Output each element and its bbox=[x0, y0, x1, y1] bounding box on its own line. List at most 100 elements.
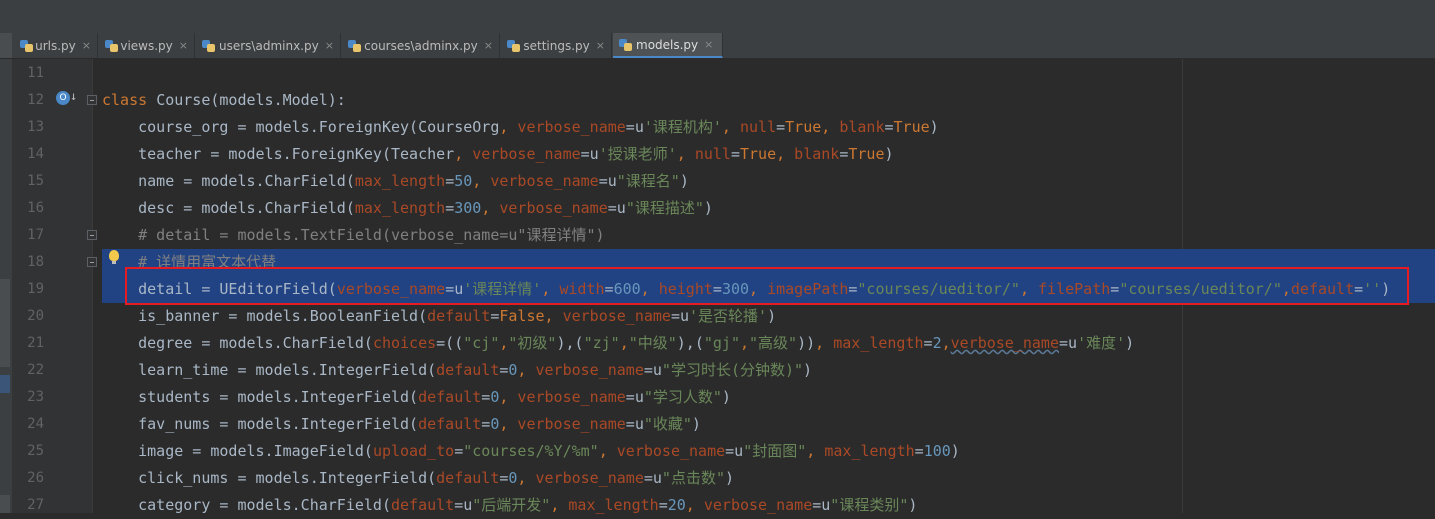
tab-courses-adminx[interactable]: courses\adminx.py × bbox=[342, 33, 500, 58]
tab-models[interactable]: models.py × bbox=[613, 33, 723, 58]
code-token: = bbox=[490, 307, 500, 325]
code-token: ) bbox=[884, 145, 894, 163]
code-token: , bbox=[941, 334, 951, 352]
code-token: desc = models.CharField( bbox=[102, 199, 355, 217]
code-token: verbose_name bbox=[517, 388, 626, 406]
close-icon[interactable]: × bbox=[179, 39, 188, 52]
line-number: 11 bbox=[27, 65, 44, 81]
code-token: = bbox=[914, 442, 924, 460]
code-text[interactable]: image = models.ImageField(upload_to="cou… bbox=[102, 438, 960, 465]
code-line[interactable]: 24 fav_nums = models.IntegerField(defaul… bbox=[0, 411, 1435, 438]
code-token: = bbox=[454, 442, 464, 460]
code-text[interactable]: course_org = models.ForeignKey(CourseOrg… bbox=[102, 114, 939, 141]
code-line[interactable]: 20 is_banner = models.BooleanField(defau… bbox=[0, 303, 1435, 330]
code-token: name = models.CharField( bbox=[102, 172, 355, 190]
code-line[interactable]: 27 category = models.CharField(default=u… bbox=[0, 492, 1435, 519]
close-icon[interactable]: × bbox=[704, 38, 713, 51]
code-token: "后端开发" bbox=[472, 496, 551, 514]
window-toolbar bbox=[0, 0, 1435, 34]
code-line[interactable]: 26 click_nums = models.IntegerField(defa… bbox=[0, 465, 1435, 492]
code-token: "课程名" bbox=[616, 172, 680, 190]
code-token: upload_to bbox=[372, 442, 455, 460]
code-token: = bbox=[923, 334, 933, 352]
code-token: '授课老师' bbox=[598, 145, 677, 163]
tab-views[interactable]: views.py × bbox=[99, 33, 195, 58]
python-file-icon bbox=[619, 38, 632, 51]
fold-toggle-icon[interactable] bbox=[87, 257, 97, 267]
python-file-icon bbox=[202, 39, 215, 52]
code-text[interactable]: fav_nums = models.IntegerField(default=0… bbox=[102, 411, 701, 438]
close-icon[interactable]: × bbox=[82, 39, 91, 52]
code-line[interactable]: 15 name = models.CharField(max_length=50… bbox=[0, 168, 1435, 195]
code-token: , bbox=[685, 496, 704, 514]
code-token: 100 bbox=[923, 442, 951, 460]
code-line[interactable]: 22 learn_time = models.IntegerField(defa… bbox=[0, 357, 1435, 384]
code-line[interactable]: 12 class Course(models.Model): bbox=[0, 87, 1435, 114]
code-token: 0 bbox=[490, 388, 500, 406]
code-token: True bbox=[739, 145, 777, 163]
code-line[interactable]: 25 image = models.ImageField(upload_to="… bbox=[0, 438, 1435, 465]
code-token: degree = models.CharField( bbox=[102, 334, 373, 352]
tab-label: users\adminx.py bbox=[219, 38, 319, 53]
close-icon[interactable]: × bbox=[484, 39, 493, 52]
code-text[interactable]: teacher = models.ForeignKey(Teacher, ver… bbox=[102, 141, 894, 168]
code-token: = bbox=[839, 145, 849, 163]
fold-toggle-icon[interactable] bbox=[87, 230, 97, 240]
code-line[interactable]: 21 degree = models.CharField(choices=(("… bbox=[0, 330, 1435, 357]
code-text[interactable]: desc = models.CharField(max_length=300, … bbox=[102, 195, 713, 222]
code-token: , bbox=[544, 307, 563, 325]
code-token: Course(models.Model): bbox=[156, 91, 346, 109]
code-line[interactable]: 14 teacher = models.ForeignKey(Teacher, … bbox=[0, 141, 1435, 168]
code-line[interactable]: 13 course_org = models.ForeignKey(Course… bbox=[0, 114, 1435, 141]
code-token: blank bbox=[839, 118, 885, 136]
fold-toggle-icon[interactable] bbox=[87, 95, 97, 105]
code-token: = bbox=[481, 415, 491, 433]
code-token: ) bbox=[1125, 334, 1135, 352]
code-line[interactable]: 11 bbox=[0, 60, 1435, 87]
code-text[interactable]: name = models.CharField(max_length=50, v… bbox=[102, 168, 689, 195]
lightbulb-icon[interactable] bbox=[109, 250, 119, 264]
code-token: , bbox=[481, 199, 500, 217]
code-token: "高级" bbox=[749, 334, 798, 352]
code-token: "学习人数" bbox=[643, 388, 722, 406]
code-token: teacher = models.ForeignKey(Teacher bbox=[102, 145, 455, 163]
code-text[interactable]: is_banner = models.BooleanField(default=… bbox=[102, 303, 776, 330]
code-line[interactable]: 23 students = models.IntegerField(defaul… bbox=[0, 384, 1435, 411]
code-token: , bbox=[721, 118, 740, 136]
tab-users-adminx[interactable]: users\adminx.py × bbox=[196, 33, 341, 58]
close-icon[interactable]: × bbox=[596, 39, 605, 52]
code-token: , bbox=[676, 145, 695, 163]
line-number: 12 bbox=[27, 92, 44, 108]
code-token: verbose_name bbox=[535, 469, 644, 487]
python-file-icon bbox=[348, 39, 362, 52]
code-text[interactable]: degree = models.CharField(choices=(("cj"… bbox=[102, 330, 1134, 357]
code-token: =u bbox=[625, 118, 644, 136]
code-token: , bbox=[776, 145, 795, 163]
code-token: "中级" bbox=[628, 334, 677, 352]
code-text[interactable]: category = models.CharField(default=u"后端… bbox=[102, 492, 917, 519]
code-token: False bbox=[499, 307, 545, 325]
close-icon[interactable]: × bbox=[325, 39, 334, 52]
code-token: max_length bbox=[354, 172, 446, 190]
code-token: = bbox=[730, 145, 740, 163]
code-token: ) bbox=[767, 307, 777, 325]
code-token: , bbox=[499, 415, 518, 433]
code-text[interactable]: # detail = models.TextField(verbose_name… bbox=[102, 222, 604, 249]
line-number: 19 bbox=[27, 281, 44, 297]
override-method-icon[interactable]: O bbox=[56, 91, 70, 105]
code-text[interactable]: click_nums = models.IntegerField(default… bbox=[102, 465, 734, 492]
code-token: "封面图" bbox=[743, 442, 807, 460]
code-text[interactable]: learn_time = models.IntegerField(default… bbox=[102, 357, 812, 384]
code-line[interactable]: 17 # detail = models.TextField(verbose_n… bbox=[0, 222, 1435, 249]
code-text[interactable]: students = models.IntegerField(default=0… bbox=[102, 384, 731, 411]
tab-settings[interactable]: settings.py × bbox=[501, 33, 612, 58]
code-text[interactable]: class Course(models.Model): bbox=[102, 87, 346, 114]
code-token: verbose_name bbox=[499, 199, 608, 217]
code-token: =u bbox=[670, 307, 690, 325]
code-line[interactable]: 16 desc = models.CharField(max_length=30… bbox=[0, 195, 1435, 222]
code-token: ) bbox=[721, 388, 731, 406]
code-token: ) bbox=[691, 415, 701, 433]
code-token: "gj" bbox=[703, 334, 740, 352]
code-token: =u bbox=[643, 469, 662, 487]
tab-urls[interactable]: urls.py × bbox=[14, 33, 98, 58]
